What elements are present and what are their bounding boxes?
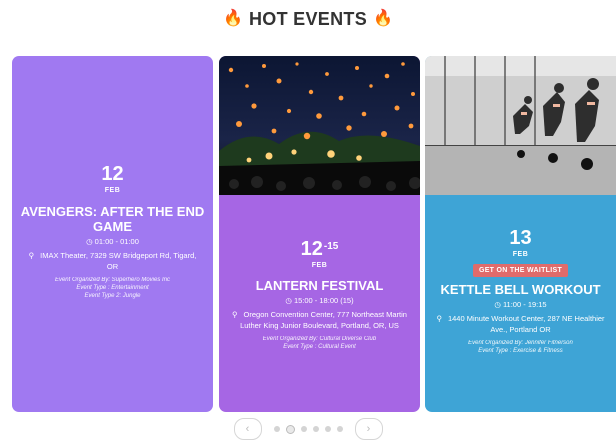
event-location: ⚲ 1440 Minute Workout Center, 287 NE Heal… [436, 314, 605, 334]
event-meta: Event Organized By: Jennifer Fitnerson E… [431, 339, 610, 355]
event-type: Event Type : Cultural Event [283, 344, 356, 350]
carousel-dot[interactable] [273, 426, 280, 432]
carousel-dot[interactable] [300, 426, 307, 432]
event-month: FEB [311, 262, 328, 269]
event-details: 12-15 FEB LANTERN FESTIVAL ◷ 15:00 - 18:0… [225, 239, 414, 351]
event-photo-workout [425, 56, 616, 195]
waitlist-button[interactable]: GET ON THE WAITLIST [472, 264, 569, 277]
prev-button[interactable]: ‹ [233, 418, 262, 440]
fire-icon: 🔥 [223, 10, 243, 27]
chevron-left-icon: ‹ [245, 423, 250, 435]
chevron-right-icon: › [366, 423, 371, 435]
event-type: Event Type : Entertainment [76, 285, 149, 291]
event-organizer: Event Organized By: Superhero Movies Inc [54, 277, 171, 283]
event-day: 12-15 [300, 238, 339, 260]
clock-icon: ◷ [285, 296, 292, 305]
event-type-2: Event Type 2: Jungle [84, 293, 141, 299]
event-title[interactable]: AVENGERS: AFTER THE END GAME [18, 204, 207, 234]
section-title: HOT EVENTS [248, 8, 367, 29]
event-meta: Event Organized By: Superhero Movies Inc… [18, 276, 207, 300]
event-details: 13 FEB GET ON THE WAITLIST KETTLE BELL W… [431, 228, 610, 355]
event-time: ◷ 15:00 - 18:00 (15) [285, 296, 354, 305]
event-title[interactable]: KETTLE BELL WORKOUT [431, 282, 610, 297]
event-photo-lanterns [219, 56, 420, 195]
event-location: ⚲ IMAX Theater, 7329 SW Bridgeport Rd, Ti… [28, 251, 197, 271]
event-card-kettle-bell[interactable]: 13 FEB GET ON THE WAITLIST KETTLE BELL W… [425, 56, 616, 412]
carousel-dots [273, 424, 343, 434]
next-button[interactable]: › [354, 418, 383, 440]
event-title[interactable]: LANTERN FESTIVAL [225, 278, 414, 293]
event-card-lantern-festival[interactable]: 12-15 FEB LANTERN FESTIVAL ◷ 15:00 - 18:0… [219, 56, 420, 412]
event-location: ⚲ Oregon Convention Center, 777 Northeast… [232, 310, 407, 330]
event-organizer: Event Organized By: Cultural Diverse Clu… [262, 336, 377, 342]
event-time: ◷ 11:00 - 19:15 [494, 300, 547, 309]
event-type: Event Type : Exercise & Fitness [478, 348, 563, 354]
event-card-avengers[interactable]: 12 FEB AVENGERS: AFTER THE END GAME ◷ 01:… [12, 56, 213, 412]
event-month: FEB [104, 187, 121, 194]
carousel-dot[interactable] [336, 426, 343, 432]
map-pin-icon: ⚲ [232, 310, 238, 319]
carousel-pager: ‹ › [0, 418, 616, 440]
carousel-dot[interactable] [312, 426, 319, 432]
clock-icon: ◷ [494, 300, 501, 309]
event-organizer: Event Organized By: Jennifer Fitnerson [468, 340, 573, 346]
event-meta: Event Organized By: Cultural Diverse Clu… [225, 335, 414, 351]
map-pin-icon: ⚲ [28, 251, 35, 260]
fire-icon: 🔥 [373, 10, 393, 27]
carousel-dot[interactable] [324, 426, 331, 432]
map-pin-icon: ⚲ [436, 314, 442, 323]
event-day: 13 [509, 227, 532, 249]
event-time: ◷ 01:00 - 01:00 [86, 237, 139, 246]
event-month: FEB [512, 251, 529, 258]
clock-icon: ◷ [86, 237, 93, 246]
event-details: 12 FEB AVENGERS: AFTER THE END GAME ◷ 01:… [18, 164, 207, 300]
event-day: 12 [101, 163, 124, 185]
section-header: 🔥 HOT EVENTS 🔥 [0, 6, 616, 32]
carousel-dot-active[interactable] [285, 424, 295, 434]
